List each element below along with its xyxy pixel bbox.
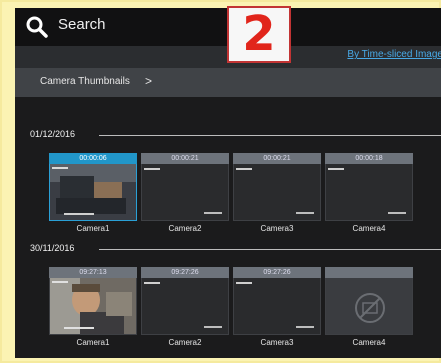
thumbnail-timestamp: 09:27:13: [49, 267, 137, 278]
step-number-badge: 2: [227, 6, 291, 63]
thumbnail-camera1-group2[interactable]: 09:27:13 Camera1: [49, 267, 137, 347]
thumbnail-image[interactable]: [233, 278, 321, 335]
overlay-timestamp: [296, 326, 314, 328]
camera-frame-image: [50, 164, 136, 220]
breadcrumb-camera-thumbnails[interactable]: Camera Thumbnails: [40, 76, 130, 87]
thumbnail-image[interactable]: [141, 164, 229, 221]
thumbnail-timestamp: [325, 267, 413, 278]
search-label[interactable]: Search: [58, 16, 106, 33]
screenshot-frame: Search By Time-sliced Image Camera Thumb…: [0, 0, 441, 363]
thumbnail-timestamp: 00:00:21: [141, 153, 229, 164]
thumbnail-image[interactable]: [49, 278, 137, 335]
camera-name: Camera4: [352, 338, 386, 347]
overlay-timestamp: [204, 326, 222, 328]
date-header-2: 30/11/2016: [15, 243, 441, 255]
thumbnail-camera4-group2[interactable]: Camera4: [325, 267, 413, 347]
thumbnail-image[interactable]: [141, 278, 229, 335]
date-divider: [99, 249, 441, 250]
overlay-timestamp: [204, 212, 222, 214]
camera-name: Camera4: [352, 224, 386, 233]
thumbnail-camera4-group1[interactable]: 00:00:18 Camera4: [325, 153, 413, 233]
thumbnail-camera1-group1[interactable]: 00:00:06 Camera1: [49, 153, 137, 233]
thumbnail-camera2-group2[interactable]: 09:27:26 Camera2: [141, 267, 229, 347]
camera-name: Camera3: [260, 224, 294, 233]
date-divider: [99, 135, 441, 136]
camera-name: Camera3: [260, 338, 294, 347]
chevron-right-icon: >: [145, 74, 153, 88]
thumbnail-timestamp: 00:00:21: [233, 153, 321, 164]
camera-name: Camera2: [168, 224, 202, 233]
thumbnail-image[interactable]: [233, 164, 321, 221]
thumbnail-camera3-group2[interactable]: 09:27:26 Camera3: [233, 267, 321, 347]
thumbnail-image[interactable]: [49, 164, 137, 221]
thumbnail-timestamp: 00:00:18: [325, 153, 413, 164]
thumbnail-camera2-group1[interactable]: 00:00:21 Camera2: [141, 153, 229, 233]
step-number: 2: [242, 6, 276, 62]
breadcrumb: Camera Thumbnails >: [15, 68, 441, 97]
thumbnail-image[interactable]: [325, 164, 413, 221]
camera-name: Camera1: [76, 224, 110, 233]
overlay-timestamp: [296, 212, 314, 214]
no-image-icon: [355, 293, 385, 323]
overlay-label: [236, 282, 252, 284]
date-header-1: 01/12/2016: [15, 129, 441, 141]
thumbnail-image[interactable]: [325, 278, 413, 335]
thumbnail-timestamp: 09:27:26: [141, 267, 229, 278]
thumbnail-timestamp: 00:00:06: [49, 153, 137, 164]
overlay-label: [144, 168, 160, 170]
camera-name: Camera2: [168, 338, 202, 347]
thumbnail-camera3-group1[interactable]: 00:00:21 Camera3: [233, 153, 321, 233]
time-sliced-image-link[interactable]: By Time-sliced Image: [347, 49, 441, 60]
overlay-label: [328, 168, 344, 170]
camera-name: Camera1: [76, 338, 110, 347]
overlay-timestamp: [388, 212, 406, 214]
thumbnail-timestamp: 09:27:26: [233, 267, 321, 278]
overlay-label: [144, 282, 160, 284]
search-icon[interactable]: [25, 15, 49, 39]
overlay-label: [236, 168, 252, 170]
date-label: 01/12/2016: [30, 129, 80, 139]
date-label: 30/11/2016: [30, 243, 79, 253]
camera-frame-image: [50, 278, 136, 334]
